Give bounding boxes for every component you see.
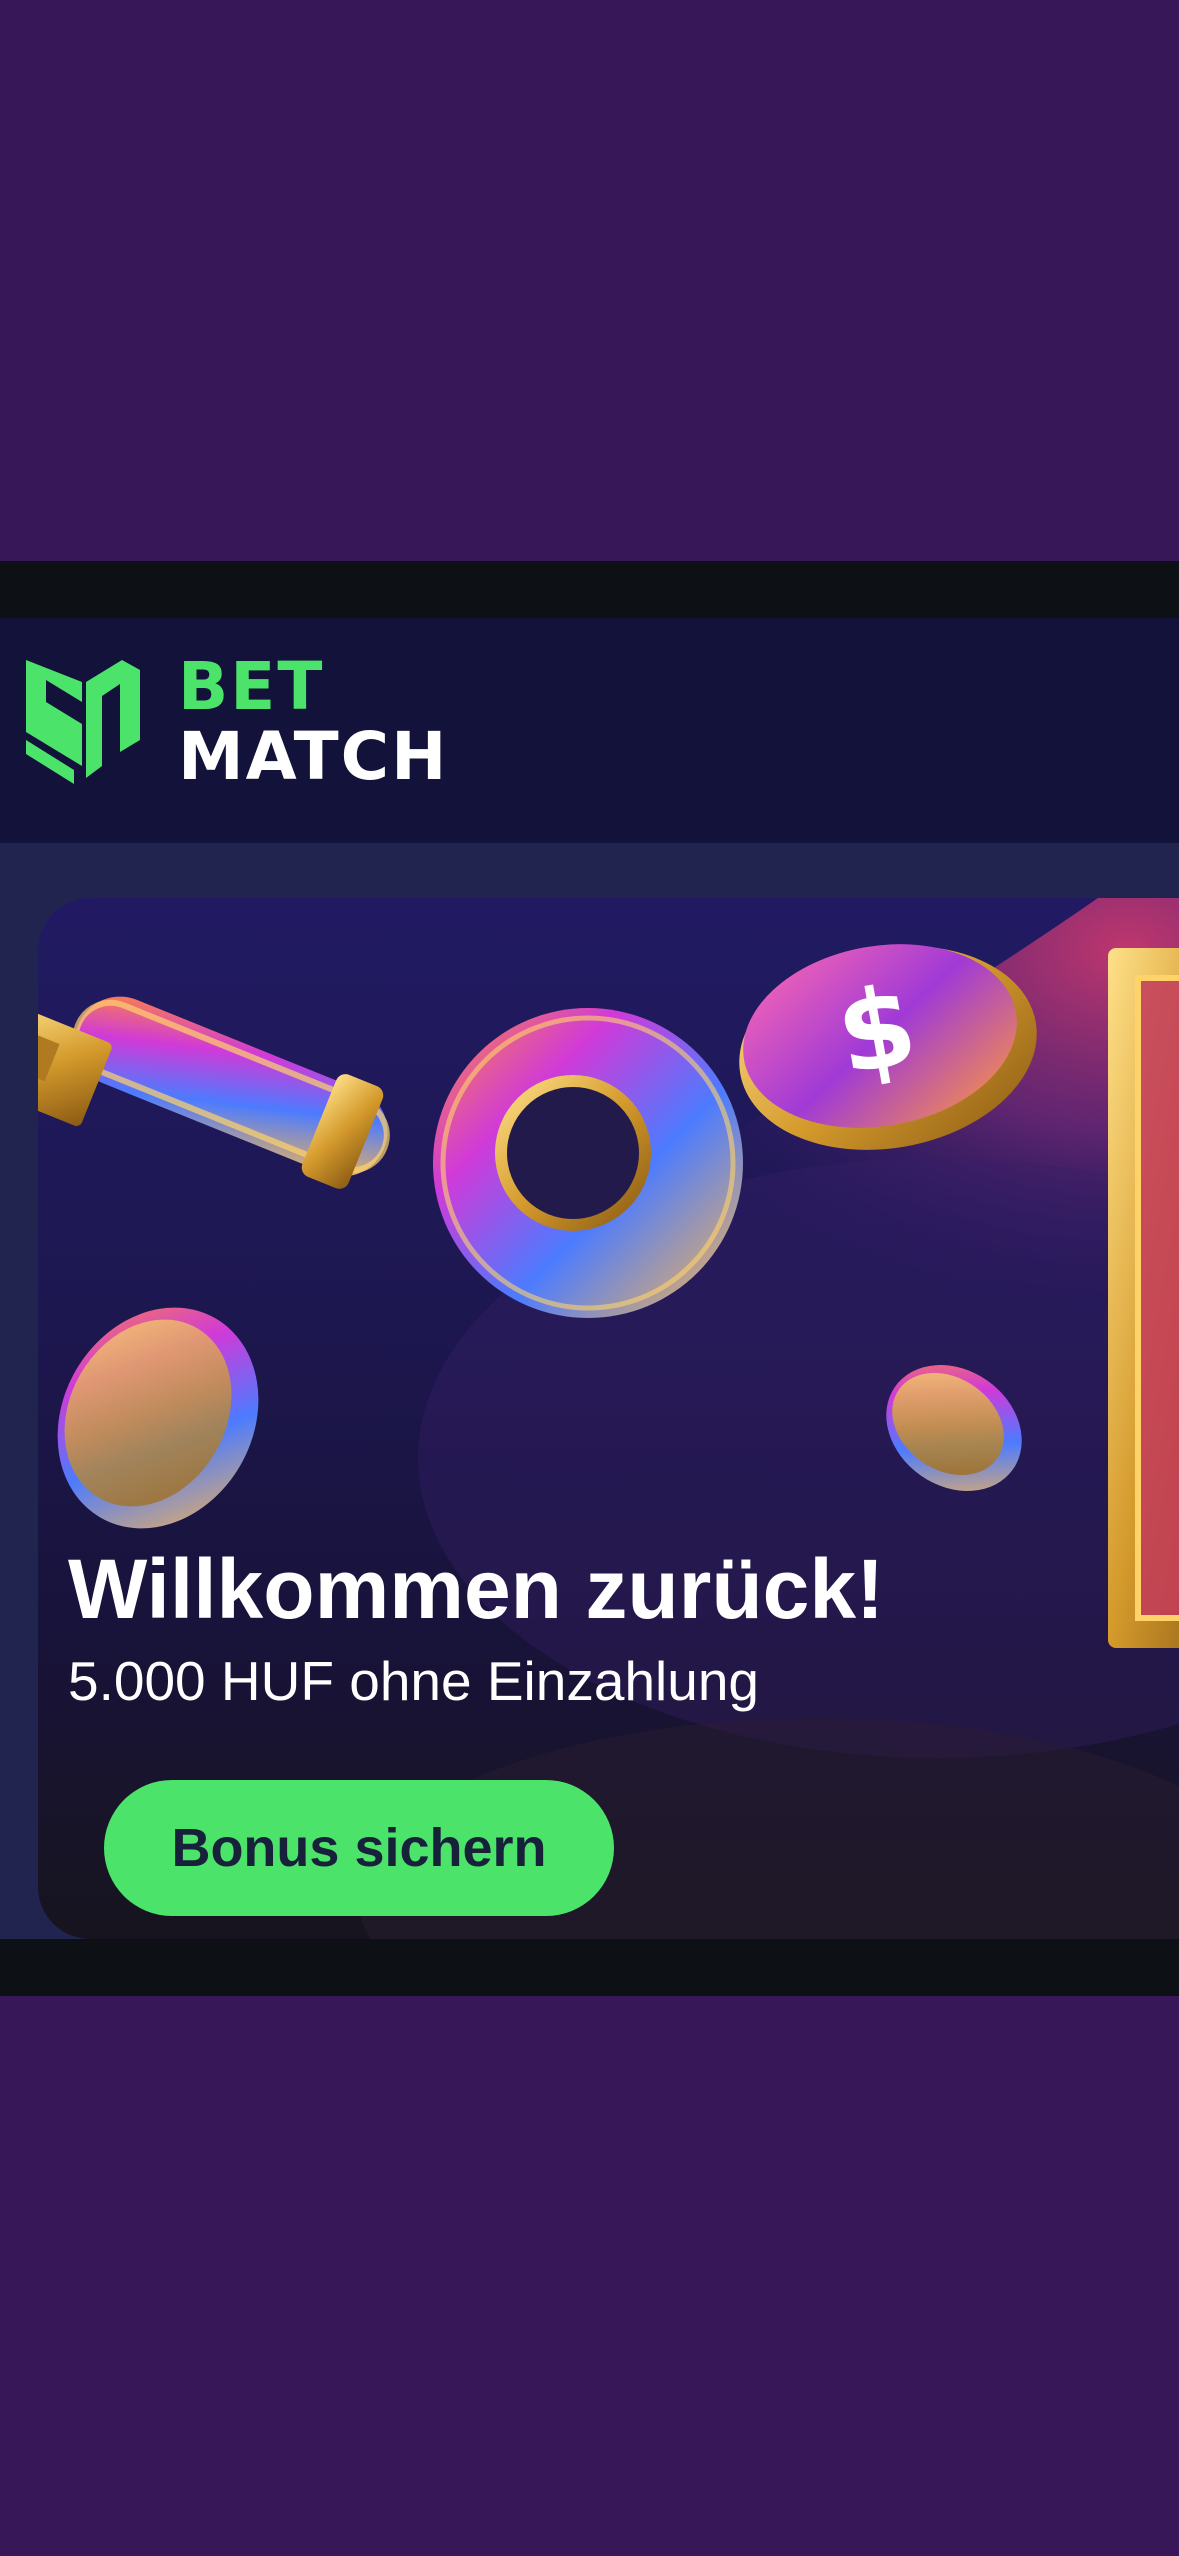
bonus-sichern-button[interactable]: Bonus sichern [104,1780,614,1916]
logo-mark-icon [26,660,140,784]
key-icon [38,996,743,1318]
logo-text-match: MATCH [178,718,449,795]
logo-text-bet: BET [178,648,325,725]
ad-embed: BET MATCH $ Willkommen zurück! 5.000 HUF… [0,561,1179,1996]
embed-top-bar [0,561,1179,618]
embed-bottom-bar [0,1939,1179,1996]
banner-title: Willkommen zurück! [68,1542,885,1636]
bottom-background [0,1996,1179,2556]
top-background [0,0,1179,561]
vault-door-icon [1108,948,1179,1648]
banner-subtitle: 5.000 HUF ohne Einzahlung [68,1650,760,1712]
betmatch-logo[interactable]: BET MATCH [20,648,450,790]
